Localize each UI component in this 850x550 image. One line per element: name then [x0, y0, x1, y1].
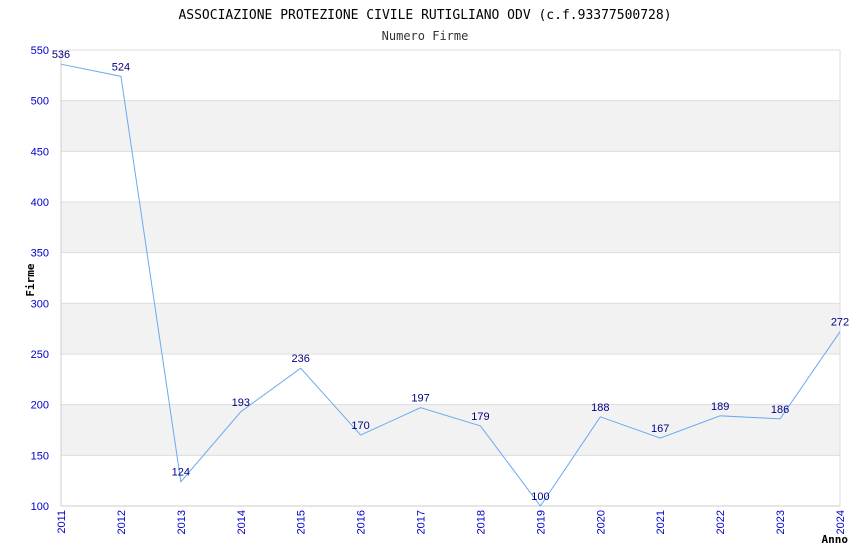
x-axis-label: Anno	[822, 533, 849, 546]
data-label: 524	[112, 61, 130, 73]
grid-band	[61, 202, 840, 253]
y-tick-label: 550	[31, 45, 49, 57]
grid-band	[61, 151, 840, 202]
data-label: 272	[831, 317, 849, 329]
y-tick-label: 150	[31, 450, 49, 462]
grid-band	[61, 303, 840, 354]
x-tick-label: 2023	[775, 510, 787, 534]
data-label: 179	[471, 411, 489, 423]
x-tick-label: 2014	[236, 510, 248, 534]
x-tick-label: 2016	[356, 510, 368, 534]
x-tick-labels: 2011 2012 2013 2014 2015 2016 2017 2018 2019 2020…	[56, 510, 847, 534]
x-tick-label: 2019	[535, 510, 547, 534]
grid-band	[61, 100, 840, 152]
data-label: 186	[771, 404, 789, 416]
grid-band	[61, 50, 840, 101]
data-label: 170	[351, 420, 369, 432]
data-label: 236	[292, 353, 310, 365]
data-label: 193	[232, 397, 250, 409]
x-tick-label: 2013	[176, 510, 188, 534]
x-tick-label: 2024	[835, 510, 847, 534]
y-tick-label: 500	[31, 96, 49, 108]
grid-bands	[61, 50, 840, 506]
y-tick-label: 300	[31, 298, 49, 310]
y-tick-label: 450	[31, 146, 49, 158]
data-label: 124	[172, 467, 190, 479]
line-chart: ASSOCIAZIONE PROTEZIONE CIVILE RUTIGLIAN…	[24, 8, 849, 546]
y-axis-label: Firme	[24, 263, 37, 296]
chart-title: ASSOCIAZIONE PROTEZIONE CIVILE RUTIGLIAN…	[178, 8, 671, 23]
data-label: 188	[591, 402, 609, 414]
grid-band	[61, 354, 840, 405]
chart-subtitle: Numero Firme	[382, 29, 469, 43]
y-tick-label: 200	[31, 400, 49, 412]
y-tick-label: 350	[31, 248, 49, 260]
x-tick-label: 2017	[416, 510, 428, 534]
data-label: 536	[52, 49, 70, 61]
x-tick-label: 2021	[655, 510, 667, 534]
y-tick-label: 400	[31, 197, 49, 209]
x-tick-label: 2020	[595, 510, 607, 534]
data-label: 100	[531, 491, 549, 503]
y-tick-label: 100	[31, 501, 49, 513]
data-label: 189	[711, 401, 729, 413]
grid-band	[61, 252, 840, 304]
y-tick-label: 250	[31, 349, 49, 361]
x-tick-label: 2015	[296, 510, 308, 534]
x-tick-label: 2012	[116, 510, 128, 534]
x-tick-label: 2011	[56, 510, 68, 534]
x-tick-label: 2022	[715, 510, 727, 534]
data-label: 167	[651, 423, 669, 435]
x-tick-label: 2018	[475, 510, 487, 534]
data-label: 197	[411, 393, 429, 405]
